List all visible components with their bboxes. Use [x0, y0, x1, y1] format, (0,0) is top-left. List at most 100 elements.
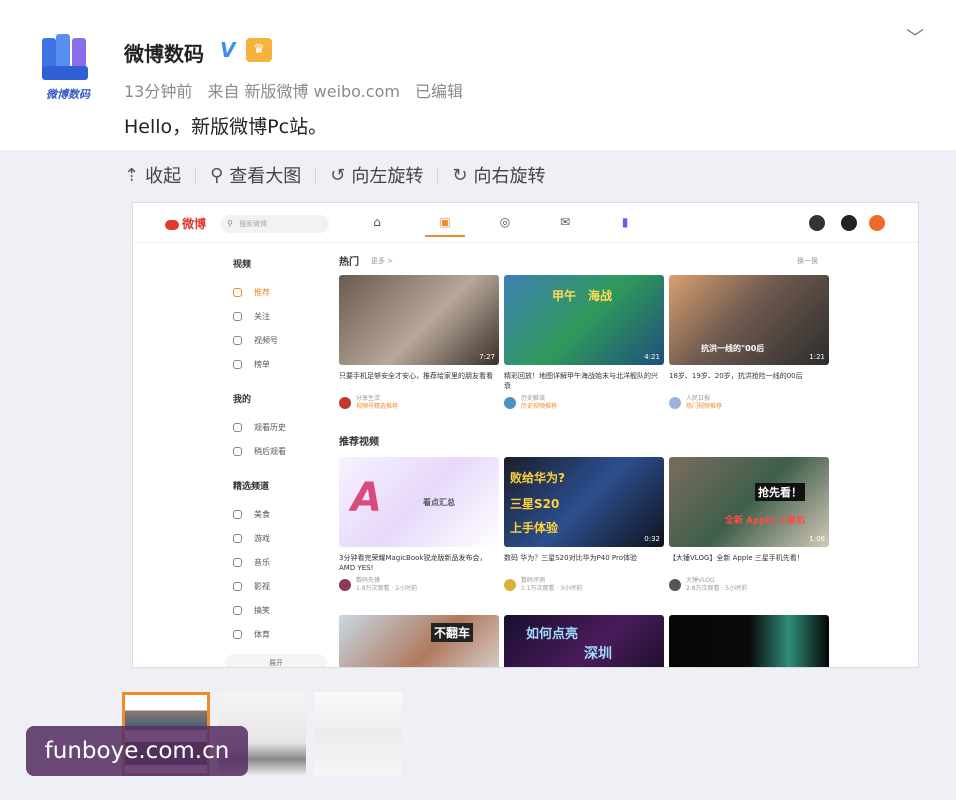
- sidebar-item: 观看历史: [225, 415, 327, 439]
- profile-icon: ▮: [621, 215, 629, 229]
- video-author: 人民日报 热门视频推荐: [669, 395, 829, 411]
- sidebar-item: 体育: [225, 622, 327, 646]
- thumbnail-3[interactable]: [314, 692, 402, 776]
- rotate-left-button[interactable]: ↺ 向左旋转: [330, 162, 423, 188]
- sidebar-item: 稍后观看: [225, 439, 327, 463]
- video-card: 抢先看！ 全新 Apple 三星机 1:06 【大锤VLOG】全新 Apple …: [669, 457, 829, 593]
- rotate-left-label: 向左旋转: [351, 166, 424, 187]
- logo-text: 微博: [182, 217, 207, 231]
- video-card: 如何点亮 深圳: [504, 615, 664, 667]
- video-card: 甲午 海战 4:21 精彩回放！地图详解甲午海战始末与北洋舰队的兴衰 历史解读历…: [504, 275, 664, 411]
- video-card: 抗洪一线的"00后 1:21 18岁、19岁、20岁，抗洪抢险一线的00后 人民…: [669, 275, 829, 411]
- video-thumbnail: 抗洪一线的"00后 1:21: [669, 275, 829, 365]
- avatar[interactable]: 微博数码: [36, 30, 100, 101]
- edited-label: 已编辑: [415, 82, 464, 101]
- sidebar-expand: 展开: [225, 654, 327, 667]
- divider: [195, 167, 197, 183]
- chevron-down-icon[interactable]: ﹀: [902, 24, 928, 50]
- sidebar-header: 视频: [233, 260, 252, 270]
- sidebar-header: 精选频道: [233, 482, 270, 492]
- home-icon: ⌂: [373, 215, 381, 229]
- video-thumbnail: 不翻车: [339, 615, 499, 667]
- video-title: 18岁、19岁、20岁，抗洪抢险一线的00后: [669, 372, 803, 380]
- rotate-left-icon: ↺: [330, 164, 346, 186]
- post-image[interactable]: 微博 ⚲ 搜索微博 ⌂ ▣ ◎ ✉ ▮ 视频 推荐 关注 视频号 榜单 我的 观看…: [133, 203, 918, 667]
- collapse-button[interactable]: ⇡ 收起: [124, 162, 181, 188]
- sidebar-item: 游戏: [225, 526, 327, 550]
- mini-search-input: ⚲ 搜索微博: [221, 215, 329, 233]
- sidebar-item: 搞笑: [225, 598, 327, 622]
- recommended-title: 推荐视频: [339, 437, 379, 448]
- video-title: 数码 华为？三星S20对比华为P40 Pro体验: [504, 554, 638, 562]
- video-author: 数码先锋 1.8万次观看 · 2小时前: [339, 577, 499, 593]
- divider: [437, 167, 439, 183]
- sidebar-item: 影视: [225, 574, 327, 598]
- settings-icon: [841, 215, 857, 231]
- video-thumbnail: 如何点亮 深圳: [504, 615, 664, 667]
- message-icon: ✉: [559, 215, 571, 229]
- user-avatar: [869, 215, 885, 231]
- video-card: 7:27 只要手机足够安全才安心，推荐给家里的朋友看看 分享生活 视频号精选推荐: [339, 275, 499, 411]
- sidebar-item: 推荐: [225, 280, 327, 304]
- video-author: 历史解读 历史视频推荐: [504, 395, 664, 411]
- post-content: Hello，新版微博Pc站。: [124, 116, 328, 138]
- image-toolbar: ⇡ 收起 ⚲ 查看大图 ↺ 向左旋转 ↻ 向右旋转: [124, 160, 559, 190]
- video-duration: 0:43: [479, 535, 495, 543]
- search-placeholder: 搜索微博: [239, 220, 267, 228]
- verified-icon: V: [220, 38, 236, 62]
- video-card: 不翻车: [339, 615, 499, 667]
- discover-icon: ◎: [499, 215, 511, 229]
- vip-icon: ♛: [246, 38, 272, 62]
- collapse-label: 收起: [145, 166, 182, 187]
- post-header: 微博数码 微博数码 V ♛ 13分钟前 来自 新版微博 weibo.com 已编…: [0, 0, 956, 150]
- collapse-icon: ⇡: [124, 164, 140, 186]
- mini-sidebar: 视频 推荐 关注 视频号 榜单 我的 观看历史 稍后观看 精选频道 美食 游戏 …: [225, 251, 327, 667]
- watermark: funboye.com.cn: [26, 726, 248, 776]
- rotate-right-button[interactable]: ↻ 向右旋转: [452, 162, 545, 188]
- video-author: 分享生活 视频号精选推荐: [339, 395, 499, 411]
- weibo-logo: 微博: [165, 215, 206, 232]
- video-thumbnail: 败给华为? 三星S20 上手体验 0:32: [504, 457, 664, 547]
- video-title: 只要手机足够安全才安心，推荐给家里的朋友看看: [339, 372, 493, 380]
- video-title: 3分钟看完荣耀MagicBook锐龙版新品发布会，AMD YES!: [339, 554, 487, 572]
- video-duration: 4:21: [644, 353, 660, 361]
- mini-nav-icons: ⌂ ▣ ◎ ✉ ▮: [369, 211, 629, 237]
- active-tab-indicator: [425, 235, 465, 237]
- post-source[interactable]: 来自 新版微博 weibo.com: [207, 82, 399, 101]
- video-thumbnail: [669, 615, 829, 667]
- sidebar-item: 美食: [225, 502, 327, 526]
- video-thumbnail: 抢先看！ 全新 Apple 三星机 1:06: [669, 457, 829, 547]
- sidebar-item: 音乐: [225, 550, 327, 574]
- video-title: 【大锤VLOG】全新 Apple 三星手机先看！: [669, 554, 804, 562]
- video-thumbnail: 7:27: [339, 275, 499, 365]
- video-icon: ▣: [439, 215, 451, 229]
- video-thumbnail: A 看点汇总 0:43: [339, 457, 499, 547]
- video-duration: 1:06: [809, 535, 825, 543]
- search-icon: ⚲: [210, 164, 224, 186]
- avatar-caption: 微博数码: [46, 88, 90, 101]
- video-duration: 7:27: [479, 353, 495, 361]
- video-thumbnail: 甲午 海战 4:21: [504, 275, 664, 365]
- post-time[interactable]: 13分钟前: [124, 82, 192, 101]
- rotate-right-label: 向右旋转: [473, 166, 546, 187]
- video-card: [669, 615, 829, 667]
- search-icon: ⚲: [227, 219, 233, 228]
- hot-more: 更多 >: [371, 257, 394, 265]
- video-title: 精彩回放！地图详解甲午海战始末与北洋舰队的兴衰: [504, 372, 658, 390]
- view-large-button[interactable]: ⚲ 查看大图: [210, 162, 301, 188]
- post-meta: 13分钟前 来自 新版微博 weibo.com 已编辑: [124, 78, 473, 102]
- video-author: 数码评测 1.1万次观看 · 3小时前: [504, 577, 664, 593]
- author-name[interactable]: 微博数码: [124, 38, 204, 67]
- hot-title: 热门: [339, 257, 359, 268]
- sidebar-header: 我的: [233, 395, 252, 405]
- sidebar-item: 视频号: [225, 328, 327, 352]
- rotate-right-icon: ↻: [452, 164, 468, 186]
- sidebar-item: 关注: [225, 304, 327, 328]
- view-large-label: 查看大图: [229, 166, 302, 187]
- video-card: A 看点汇总 0:43 3分钟看完荣耀MagicBook锐龙版新品发布会，AMD…: [339, 457, 499, 593]
- hot-refresh: 换一换: [797, 257, 818, 265]
- video-author: 大锤VLOG 2.8万次观看 · 5小时前: [669, 577, 829, 593]
- video-card: 败给华为? 三星S20 上手体验 0:32 数码 华为？三星S20对比华为P40…: [504, 457, 664, 593]
- video-duration: 0:32: [644, 535, 660, 543]
- mini-topnav: 微博 ⚲ 搜索微博 ⌂ ▣ ◎ ✉ ▮: [133, 203, 918, 243]
